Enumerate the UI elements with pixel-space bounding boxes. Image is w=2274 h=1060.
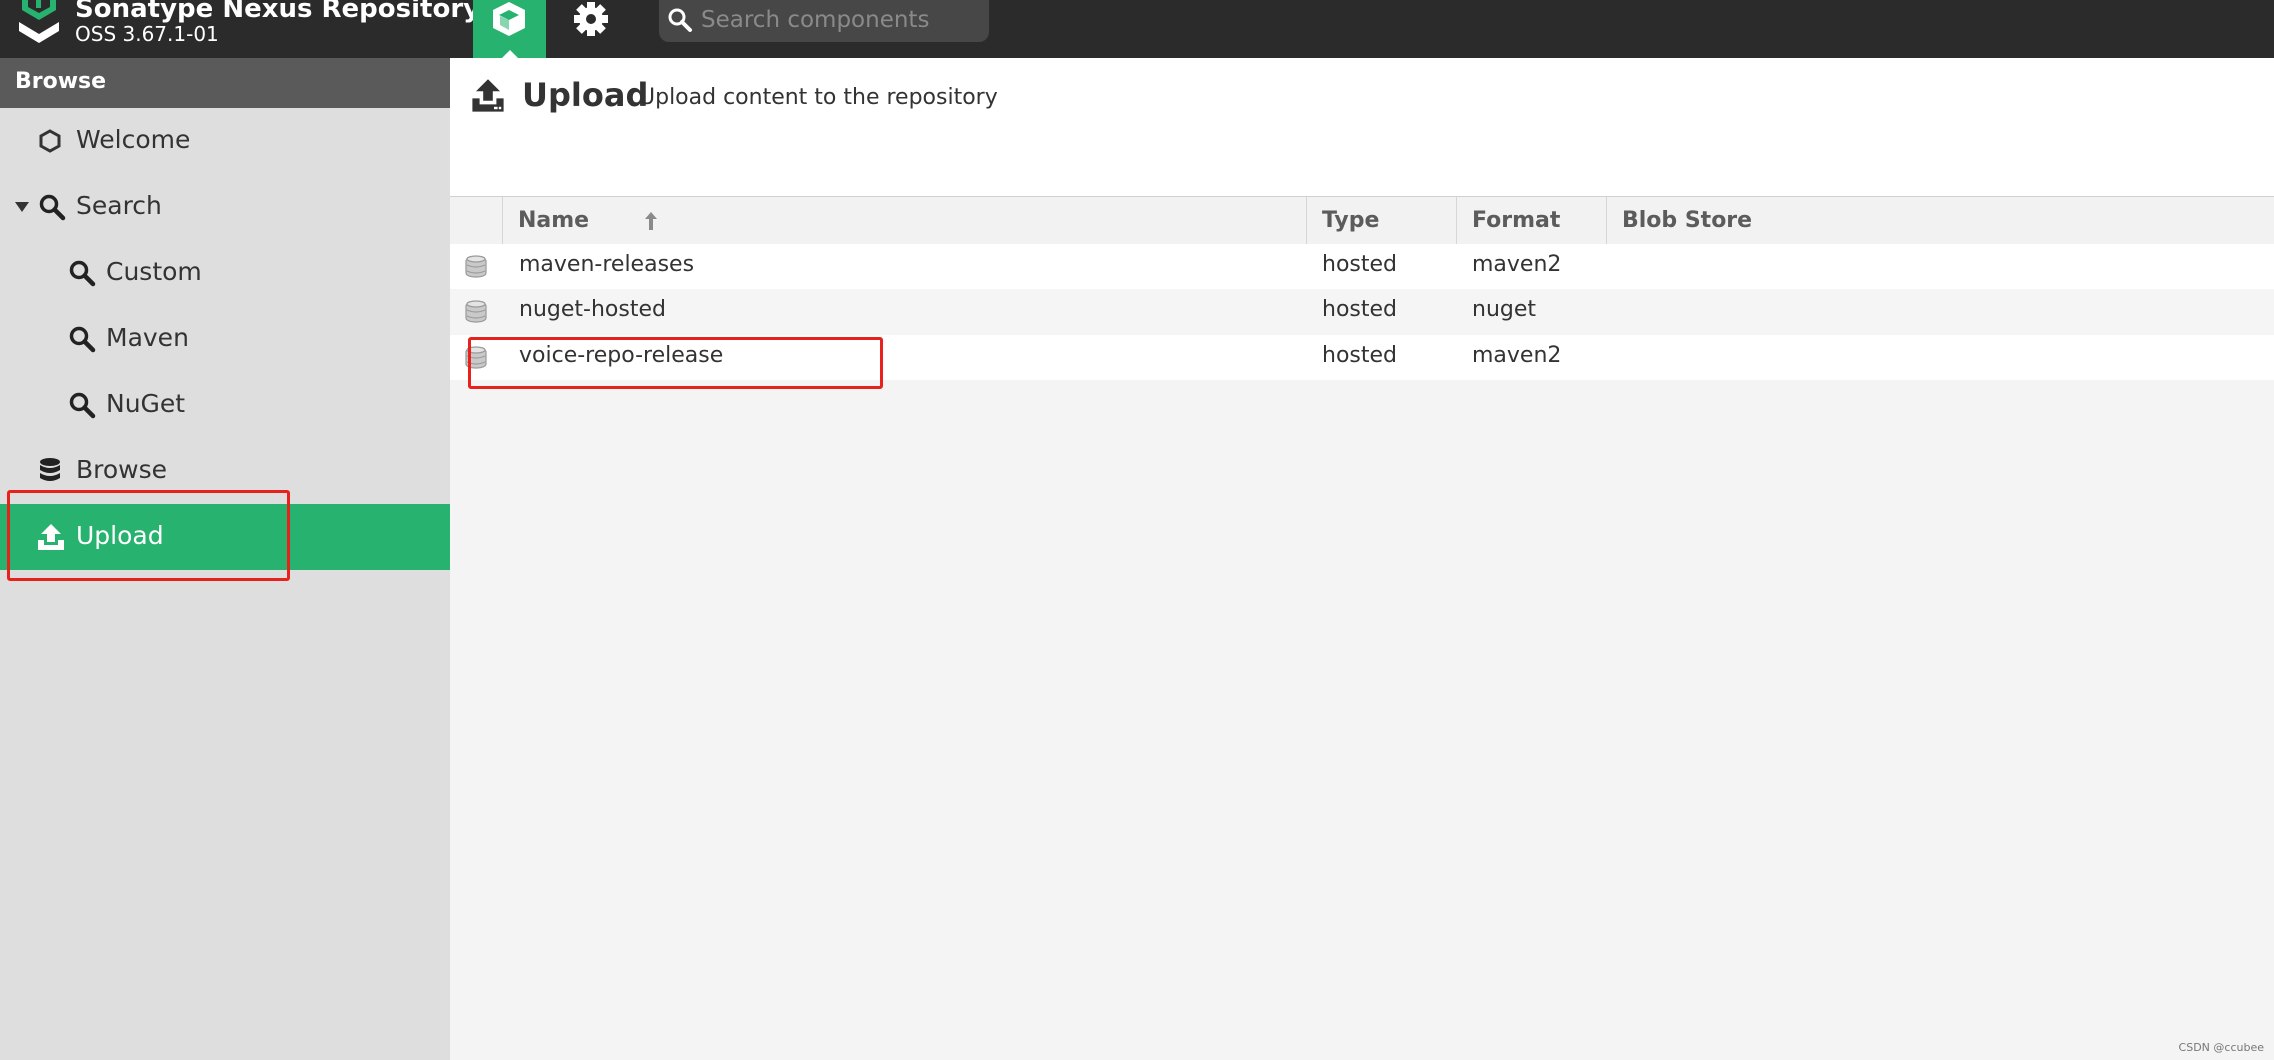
sidebar-item-label: Browse <box>76 455 168 484</box>
sidebar-header-label: Browse <box>15 69 107 94</box>
repository-name: maven-releases <box>519 252 695 277</box>
table-row[interactable]: maven-releases hosted maven2 <box>450 244 2274 289</box>
admin-mode-button[interactable] <box>572 0 617 40</box>
app-title: Sonatype Nexus Repository <box>75 0 481 24</box>
browse-mode-button[interactable] <box>473 0 546 58</box>
sidebar-item-label: Custom <box>106 257 202 286</box>
caret-down-icon[interactable] <box>14 201 30 213</box>
column-header-label: Blob Store <box>1622 208 1753 233</box>
repository-type: hosted <box>1322 343 1397 368</box>
annotation-highlight-upload <box>7 490 290 581</box>
column-header-format[interactable]: Format <box>1456 197 1605 245</box>
search-icon <box>69 260 96 287</box>
page-subtitle: Upload content to the repository <box>639 85 998 110</box>
sonatype-logo[interactable] <box>14 0 64 50</box>
column-header-label: Name <box>518 208 590 233</box>
annotation-highlight-repo-row <box>468 337 883 389</box>
repository-format: maven2 <box>1472 252 1562 277</box>
column-header-name[interactable]: Name <box>502 197 1305 245</box>
sidebar-item-label: Search <box>76 191 162 220</box>
repository-icon <box>465 300 487 323</box>
hexagon-icon <box>39 129 61 153</box>
database-icon <box>40 458 60 481</box>
repository-name: nuget-hosted <box>519 297 666 322</box>
search-icon <box>39 194 66 221</box>
sidebar-item-label: Welcome <box>76 125 191 154</box>
search-input[interactable] <box>699 2 983 38</box>
column-header-label: Format <box>1472 208 1561 233</box>
repository-type: hosted <box>1322 252 1397 277</box>
search-icon <box>69 392 96 419</box>
cube-icon <box>493 2 525 36</box>
column-header-type[interactable]: Type <box>1306 197 1455 245</box>
search-icon <box>69 326 96 353</box>
repository-icon <box>465 255 487 278</box>
watermark: CSDN @ccubee <box>2178 1041 2264 1054</box>
sort-ascending-icon <box>645 212 657 230</box>
page-title: Upload <box>522 76 649 114</box>
sidebar-item-welcome[interactable]: Welcome <box>0 108 450 174</box>
app-version: OSS 3.67.1-01 <box>75 22 219 46</box>
search-icon <box>668 8 692 32</box>
repository-grid-header: Name Type Format Blob Store <box>450 197 2274 246</box>
sidebar-item-custom[interactable]: Custom <box>0 240 450 306</box>
gear-icon <box>574 2 608 36</box>
search-components-box[interactable] <box>659 0 989 42</box>
top-bar: Sonatype Nexus Repository OSS 3.67.1-01 <box>0 0 2274 58</box>
page-header: Upload Upload content to the repository <box>450 58 2274 197</box>
repository-format: maven2 <box>1472 343 1562 368</box>
sidebar-item-label: Maven <box>106 323 189 352</box>
repository-type: hosted <box>1322 297 1397 322</box>
repository-format: nuget <box>1472 297 1537 322</box>
sidebar-header: Browse <box>0 58 450 108</box>
table-row[interactable]: nuget-hosted hosted nuget <box>450 289 2274 334</box>
upload-icon <box>472 79 504 112</box>
sidebar-item-search[interactable]: Search <box>0 174 450 240</box>
sidebar-item-nuget[interactable]: NuGet <box>0 372 450 438</box>
sidebar-item-label: NuGet <box>106 389 186 418</box>
column-header-label: Type <box>1322 208 1380 233</box>
column-header-blob-store[interactable]: Blob Store <box>1606 197 2274 245</box>
sidebar-item-maven[interactable]: Maven <box>0 306 450 372</box>
